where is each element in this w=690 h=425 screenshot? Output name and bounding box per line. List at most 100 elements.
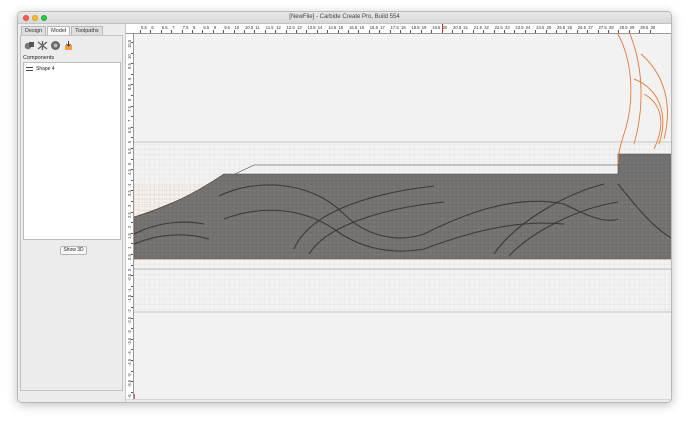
ruler-label: 11 [255, 25, 260, 30]
ruler-label: 24.5 [536, 25, 545, 30]
ruler-label: 18 [401, 25, 406, 30]
ruler-label: 8.5 [127, 84, 132, 91]
ruler-label: 2.5 [127, 211, 132, 218]
left-panel: Design Model Toolpaths Components Shape … [18, 24, 126, 402]
sphere-icon[interactable] [50, 40, 61, 51]
list-item-label: Shape 4 [36, 66, 55, 72]
window-title: [NewFile] - Carbide Create Pro, Build 55… [289, 14, 400, 20]
ruler-label: 14 [317, 25, 323, 30]
app-window: [NewFile] - Carbide Create Pro, Build 55… [17, 11, 672, 403]
components-list[interactable]: Shape 4 [23, 62, 121, 240]
ruler-label: -4.5 [127, 358, 132, 366]
ruler-label: 13 [297, 25, 302, 30]
ruler-label: 4 [127, 183, 132, 186]
union-shapes-icon[interactable] [24, 40, 35, 51]
ruler-label: 15 [338, 25, 344, 30]
components-label: Components [23, 55, 55, 61]
vertical-ruler: 10.5 10 9.5 9 8.5 8 7.5 7 6.5 6 5.5 5 4.5 4 3.5 3 2.5 2 1.… [126, 34, 134, 403]
ruler-label: 12 [276, 25, 281, 30]
ruler-label: 18.5 [411, 25, 420, 30]
ruler-label: 1 [127, 247, 132, 250]
tab-design[interactable]: Design [21, 26, 47, 35]
ruler-label: 13.5 [307, 25, 316, 30]
ruler-label: -2.5 [127, 316, 132, 324]
ruler-label: 17.5 [390, 25, 399, 30]
ruler-label: 24 [525, 25, 531, 30]
ruler-label: 29 [629, 25, 635, 30]
ruler-label: -1 [127, 288, 132, 292]
ruler-label: 16.5 [369, 25, 378, 30]
ruler-label: 21.5 [473, 25, 482, 30]
ruler-label: -4 [127, 351, 132, 356]
ruler-label: 6.5 [127, 126, 132, 133]
ruler-label: 26.5 [577, 25, 586, 30]
ruler-label: -6 [127, 394, 132, 398]
ruler-label: 23.5 [515, 25, 524, 30]
ruler-label: 5.5 [127, 148, 132, 154]
ruler-label: 6 [151, 25, 154, 30]
ruler-label: 5 [127, 162, 132, 165]
ruler-label: 20 [442, 25, 448, 30]
ruler-label: 20.5 [453, 25, 462, 30]
shape-icon [26, 67, 33, 71]
ruler-label: 0.5 [127, 254, 132, 260]
ruler-label: 19.5 [432, 25, 441, 30]
ruler-tick [131, 402, 134, 403]
ruler-label: 9 [127, 77, 132, 80]
ruler-label: 16 [359, 25, 365, 30]
ruler-label: 7 [127, 119, 132, 123]
model-toolbar [24, 40, 74, 51]
ruler-label: 8 [193, 25, 196, 30]
ruler-label: 1.5 [127, 232, 132, 239]
ruler-label: -2 [127, 309, 132, 313]
ruler-label: 9.5 [127, 63, 132, 70]
ruler-label: -1.5 [127, 295, 132, 303]
ruler-label: 6.5 [161, 25, 168, 30]
ruler-label: 22 [484, 25, 489, 30]
ruler-label: 26 [567, 25, 573, 30]
import-model-icon[interactable] [63, 40, 74, 51]
horizontal-ruler: 5.5 6 6.5 7 7.5 8 8.5 9 9.5 10 10.5 11 11.5 12 12.5 13 1… [126, 24, 671, 34]
ruler-label: 9.5 [224, 25, 231, 30]
model-drawing[interactable] [134, 34, 672, 399]
ruler-label: 6 [127, 141, 132, 144]
ruler-label: 23 [505, 25, 510, 30]
model-tab-panel: Components Shape 4 Show 3D [20, 35, 123, 391]
tab-toolpaths[interactable]: Toolpaths [71, 26, 103, 35]
ruler-label: 28 [609, 25, 614, 30]
ruler-label: 3.5 [127, 190, 132, 197]
ruler-label: 22.5 [494, 25, 503, 30]
ruler-label: 21 [463, 25, 469, 30]
ruler-label: -5 [127, 372, 132, 377]
ruler-label: 4.5 [127, 169, 132, 176]
ruler-label: 28.5 [619, 25, 628, 30]
mode-tabs: Design Model Toolpaths [21, 26, 104, 35]
ruler-label: 12.5 [286, 25, 295, 30]
list-item[interactable]: Shape 4 [26, 66, 55, 72]
ruler-label: 25.5 [557, 25, 566, 30]
horizontal-scrollbar[interactable] [126, 399, 671, 402]
pattern-icon[interactable] [37, 40, 48, 51]
ruler-label: 8.5 [203, 25, 210, 30]
ruler-label: 17 [380, 25, 385, 30]
ruler-label: 30 [650, 25, 656, 30]
ruler-label: 27 [588, 25, 593, 30]
cursor-marker [441, 24, 443, 33]
show-3d-button[interactable]: Show 3D [60, 246, 87, 255]
title-bar[interactable]: [NewFile] - Carbide Create Pro, Build 55… [18, 12, 671, 24]
ruler-label: 11.5 [265, 25, 274, 30]
design-canvas[interactable]: 5.5 6 6.5 7 7.5 8 8.5 9 9.5 10 10.5 11 11.5 12 12.5 13 1… [126, 24, 672, 403]
ruler-label: 10 [234, 25, 240, 30]
ruler-label: 2 [127, 225, 132, 229]
ruler-label: 10 [127, 53, 132, 59]
ruler-label: 3 [127, 204, 132, 207]
tab-model[interactable]: Model [47, 26, 71, 35]
ruler-label: 10.5 [127, 39, 132, 48]
ruler-label: -3 [127, 330, 132, 335]
ruler-label: 9 [213, 25, 217, 30]
ruler-label: 10.5 [245, 25, 254, 30]
ruler-label: 25 [546, 25, 552, 30]
ruler-label: 7.5 [127, 105, 132, 112]
ruler-label: 14.5 [328, 25, 337, 30]
ruler-label: 15.5 [349, 25, 358, 30]
